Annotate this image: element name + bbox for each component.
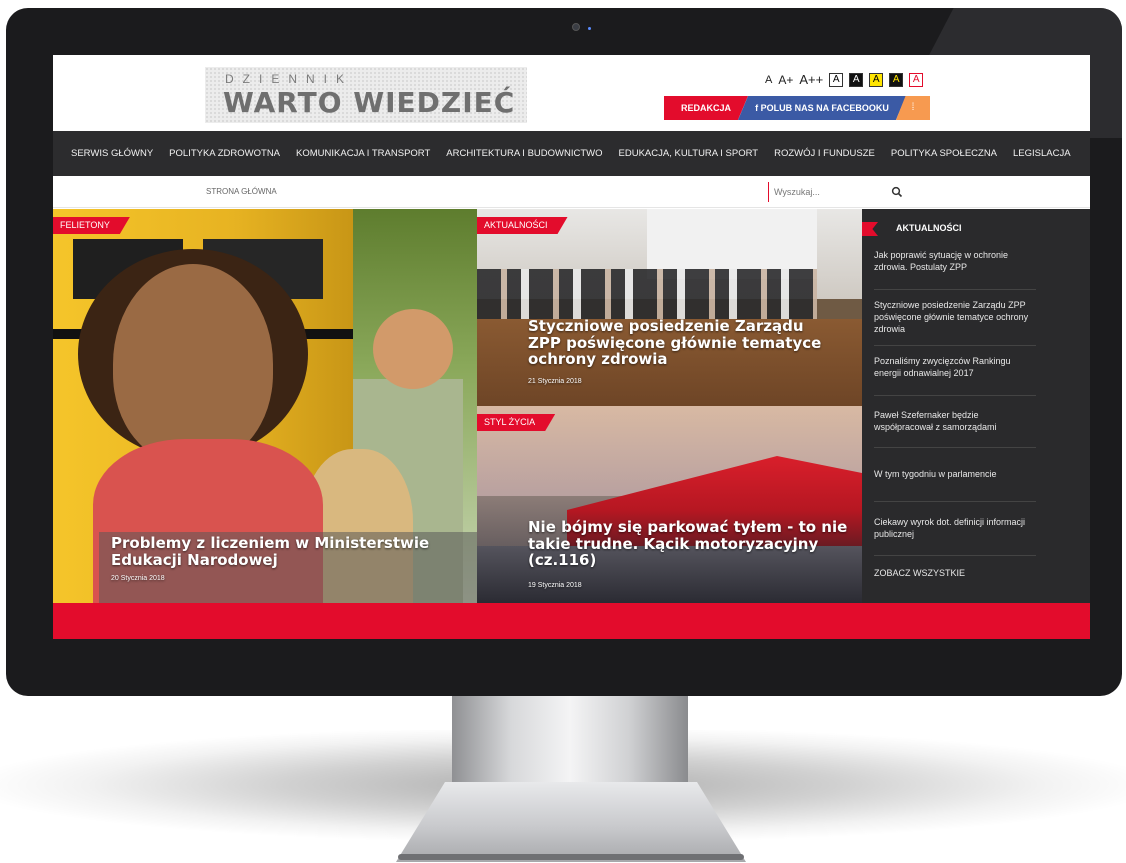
see-all-link[interactable]: ZOBACZ WSZYSTKIE	[874, 556, 1036, 578]
breadcrumb[interactable]: STRONA GŁÓWNA	[206, 187, 277, 196]
sidebar-news-item[interactable]: Poznaliśmy zwycięzców Rankingu energii o…	[874, 346, 1036, 396]
nav-item-edukacja-kultura-sport[interactable]: EDUKACJA, KULTURA I SPORT	[619, 148, 759, 159]
header-buttons: REDAKCJA f POLUB NAS NA FACEBOOKU ⁞	[664, 96, 930, 120]
sub-bar: STRONA GŁÓWNA	[53, 176, 1090, 208]
article-title[interactable]: Styczniowe posiedzenie Zarządu ZPP poświ…	[528, 318, 838, 368]
webcam-led-icon	[588, 27, 591, 30]
nav-item-architektura-budownictwo[interactable]: ARCHITEKTURA I BUDOWNICTWO	[446, 148, 602, 159]
girl-face	[113, 264, 273, 464]
nav-item-legislacja[interactable]: LEGISLACJA	[1013, 148, 1071, 159]
sidebar-news-item[interactable]: Paweł Szefernaker będzie współpracował z…	[874, 396, 1036, 448]
font-size-xlarge[interactable]: A++	[799, 72, 823, 87]
website-screen: DZIENNIK WARTO WIEDZIEĆ A A+ A++ A A A A…	[53, 55, 1090, 639]
red-footer-band	[53, 603, 1090, 639]
logo-subtitle: DZIENNIK	[225, 72, 354, 86]
article-date: 19 Stycznia 2018	[528, 582, 582, 589]
font-size-normal[interactable]: A	[765, 74, 772, 86]
category-tag[interactable]: FELIETONY	[53, 217, 130, 234]
featured-article-1[interactable]: FELIETONY Problemy z liczeniem w Ministe…	[53, 209, 477, 603]
article-date: 21 Stycznia 2018	[528, 378, 582, 385]
category-tag[interactable]: STYL ŻYCIA	[477, 414, 555, 431]
site-logo[interactable]: DZIENNIK WARTO WIEDZIEĆ	[205, 67, 527, 123]
monitor-stand-neck	[452, 694, 688, 784]
flag-icon	[862, 222, 878, 236]
sidebar-news-item[interactable]: W tym tygodniu w parlamencie	[874, 448, 1036, 502]
featured-content: FELIETONY Problemy z liczeniem w Ministe…	[53, 209, 1090, 603]
sidebar-news-item[interactable]: Styczniowe posiedzenie Zarządu ZPP poświ…	[874, 290, 1036, 346]
facebook-like-button[interactable]: f POLUB NAS NA FACEBOOKU	[738, 96, 906, 120]
meeting-participants	[477, 269, 817, 324]
search-input[interactable]	[774, 182, 884, 202]
site-header: DZIENNIK WARTO WIEDZIEĆ A A+ A++ A A A A…	[53, 55, 1090, 131]
category-tag[interactable]: AKTUALNOŚCI	[477, 217, 568, 234]
sidebar-title: AKTUALNOŚCI	[896, 223, 962, 233]
article-title[interactable]: Problemy z liczeniem w Ministerstwie Edu…	[111, 535, 441, 568]
nav-item-polityka-zdrowotna[interactable]: POLITYKA ZDROWOTNA	[169, 148, 280, 159]
search-icon[interactable]	[891, 186, 903, 198]
sidebar-header: AKTUALNOŚCI	[862, 221, 1090, 237]
font-size-large[interactable]: A+	[778, 73, 793, 87]
featured-article-2[interactable]: AKTUALNOŚCI Styczniowe posiedzenie Zarzą…	[477, 209, 862, 406]
contrast-white-button[interactable]: A	[829, 72, 844, 87]
nav-item-polityka-spoleczna[interactable]: POLITYKA SPOŁECZNA	[891, 148, 997, 159]
child-head	[373, 309, 453, 389]
monitor-stand-edge	[398, 854, 744, 860]
news-sidebar: AKTUALNOŚCI Jak poprawić sytuację w ochr…	[862, 209, 1090, 603]
logo-title: WARTO WIEDZIEĆ	[223, 86, 516, 119]
webcam-icon	[572, 23, 580, 31]
article-date: 20 Stycznia 2018	[111, 575, 165, 582]
sidebar-news-item[interactable]: Ciekawy wyrok dot. definicji informacji …	[874, 502, 1036, 556]
nav-item-rozwoj-fundusze[interactable]: ROZWÓJ I FUNDUSZE	[774, 148, 875, 159]
featured-article-3[interactable]: STYL ŻYCIA Nie bójmy się parkować tyłem …	[477, 406, 862, 603]
nav-item-serwis-glowny[interactable]: SERWIS GŁÓWNY	[71, 148, 153, 159]
sidebar-news-item[interactable]: Jak poprawić sytuację w ochronie zdrowia…	[874, 245, 1036, 290]
search-box	[768, 182, 908, 202]
contrast-black-yellow-button[interactable]: A	[889, 72, 904, 87]
article-title[interactable]: Nie bójmy się parkować tyłem - to nie ta…	[528, 519, 848, 569]
contrast-red-button[interactable]: A	[909, 72, 924, 87]
sidebar-list: Jak poprawić sytuację w ochronie zdrowia…	[874, 245, 1036, 578]
accessibility-controls: A A+ A++ A A A A A	[765, 72, 924, 87]
redakcja-button[interactable]: REDAKCJA	[664, 96, 748, 120]
main-nav: SERWIS GŁÓWNY POLITYKA ZDROWOTNA KOMUNIK…	[53, 131, 1090, 176]
monitor-stand-base	[396, 782, 746, 862]
contrast-black-button[interactable]: A	[849, 72, 864, 87]
contrast-yellow-button[interactable]: A	[869, 72, 884, 87]
nav-item-komunikacja-transport[interactable]: KOMUNIKACJA I TRANSPORT	[296, 148, 430, 159]
